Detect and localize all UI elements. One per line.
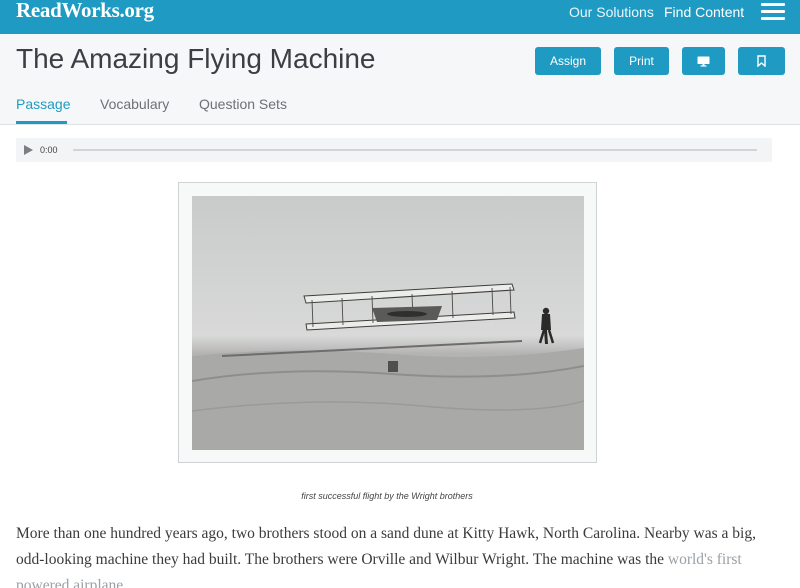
audio-progress-track[interactable]	[73, 149, 757, 151]
play-icon[interactable]	[24, 145, 33, 155]
nav-our-solutions[interactable]: Our Solutions	[569, 4, 654, 20]
passage-figure	[178, 182, 597, 463]
monitor-icon	[697, 56, 710, 67]
passage-text: More than one hundred years ago, two bro…	[16, 521, 786, 588]
present-button[interactable]	[682, 47, 725, 75]
active-tab-indicator	[16, 121, 67, 124]
audio-player: 0:00	[16, 138, 772, 162]
audio-time: 0:00	[40, 145, 58, 155]
readworks-logo[interactable]: ReadWorks.org	[16, 0, 154, 23]
tab-vocabulary[interactable]: Vocabulary	[100, 96, 169, 112]
figure-caption: first successful flight by the Wright br…	[301, 491, 473, 501]
tab-question-sets[interactable]: Question Sets	[199, 96, 287, 112]
tab-passage[interactable]: Passage	[16, 96, 70, 112]
bookmark-icon	[757, 55, 766, 67]
bookmark-button[interactable]	[738, 47, 785, 75]
wright-brothers-flight-photo	[192, 196, 584, 450]
passage-paragraph: More than one hundred years ago, two bro…	[16, 525, 756, 568]
top-nav-bar: ReadWorks.org Our Solutions Find Content	[0, 0, 800, 34]
print-button[interactable]: Print	[614, 47, 669, 75]
assign-button[interactable]: Assign	[535, 47, 601, 75]
nav-find-content[interactable]: Find Content	[664, 4, 744, 20]
title-bar: The Amazing Flying Machine Assign Print …	[0, 34, 800, 125]
hamburger-menu-icon[interactable]	[761, 1, 785, 21]
page-title: The Amazing Flying Machine	[16, 43, 376, 74]
